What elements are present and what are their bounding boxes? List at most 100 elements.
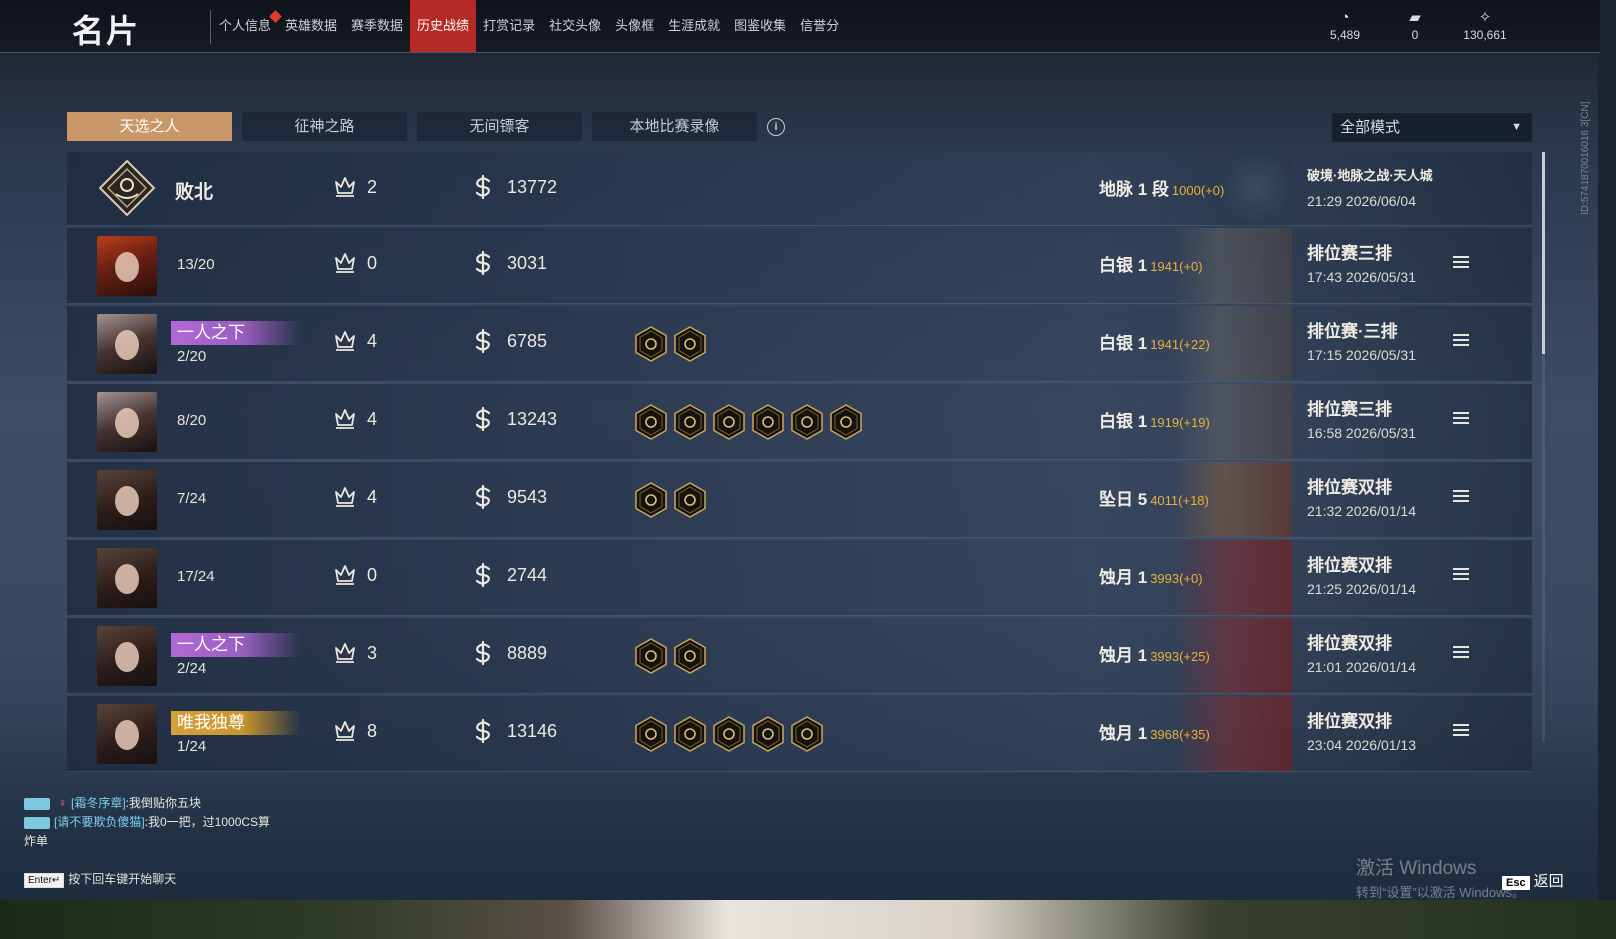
achievement-badge-icon[interactable] (635, 326, 667, 362)
hero-avatar[interactable] (97, 548, 157, 608)
gold-icon (472, 640, 494, 672)
achievement-badges (635, 404, 869, 440)
page-title: 名片 (72, 13, 141, 49)
chat-channel-icon (24, 797, 50, 810)
achievement-badge-icon[interactable] (635, 716, 667, 752)
chevron-down-icon: ▼ (1511, 121, 1522, 133)
subtab-0[interactable]: 天选之人 (67, 112, 232, 141)
menu-line (1453, 573, 1469, 575)
match-row[interactable]: 17/24 0 2744 蚀月 1 3993(+0) 排位赛双排 21:25 2026/01… (67, 540, 1532, 616)
nav-tab-2[interactable]: 赛季数据 (344, 0, 410, 52)
details-menu-icon[interactable] (1453, 646, 1469, 660)
nav-tab-label: 社交头像 (549, 18, 602, 33)
match-time: 23:04 2026/01/13 (1307, 737, 1416, 753)
achievement-badge-icon[interactable] (791, 404, 823, 440)
scrollbar-thumb[interactable] (1542, 152, 1545, 354)
details-menu-icon[interactable] (1453, 256, 1469, 270)
achievement-badge-icon[interactable] (635, 404, 667, 440)
hero-avatar[interactable] (97, 626, 157, 686)
nav-tab-1[interactable]: 英雄数据 (278, 0, 344, 52)
match-row[interactable]: 一人之下 2/20 4 6785 白银 1 1941(+22) 排位赛·三排 17:15 20… (67, 306, 1532, 382)
hero-avatar[interactable] (97, 236, 157, 296)
match-summary-row[interactable]: 败北 2 13772 地脉 1 段 1000(+0) 破境·地脉之战·天人城 21:29 2… (67, 152, 1532, 227)
gold-value: 13146 (507, 721, 558, 741)
details-menu-icon[interactable] (1453, 412, 1469, 426)
match-row[interactable]: 13/20 0 3031 白银 1 1941(+0) 排位赛三排 17:43 2026/05… (67, 228, 1532, 304)
chat-sender[interactable]: [霜冬序章] (71, 796, 126, 810)
nav-tab-7[interactable]: 生涯成就 (661, 0, 727, 52)
mode-filter-select[interactable]: 全部模式 ▼ (1332, 113, 1532, 142)
achievement-badge-icon[interactable] (752, 404, 784, 440)
chat-line: ♀ [霜冬序章]:我倒贴你五块 (24, 794, 324, 813)
gold-value: 6785 (507, 331, 548, 351)
details-menu-icon[interactable] (1453, 568, 1469, 582)
watermark-subtitle: 转到“设置”以激活 Windows。 (1356, 885, 1526, 900)
menu-line (1453, 646, 1469, 648)
kills-icon (332, 484, 358, 516)
match-time: 17:43 2026/05/31 (1307, 269, 1416, 285)
details-menu-icon[interactable] (1453, 490, 1469, 504)
achievement-badge-icon[interactable] (635, 638, 667, 674)
achievement-badge-icon[interactable] (830, 404, 862, 440)
nav-tab-8[interactable]: 图鉴收集 (727, 0, 793, 52)
hero-avatar[interactable] (97, 470, 157, 530)
subtab-2[interactable]: 无间镖客 (417, 112, 582, 141)
back-button[interactable]: Esc 返回 (1502, 870, 1564, 891)
defeat-emblem-icon (97, 158, 157, 218)
achievement-badge-icon[interactable] (674, 638, 706, 674)
chat-channel-icon (24, 816, 50, 829)
achievement-badges (635, 638, 713, 674)
achievement-badge-icon[interactable] (791, 716, 823, 752)
match-row[interactable]: 7/24 4 9543 坠日 5 4011(+18) 排位赛双排 21:32 2026/01… (67, 462, 1532, 538)
coin-stack-icon: ◔ (1340, 9, 1350, 26)
achievement-badge-icon[interactable] (674, 326, 706, 362)
hero-avatar[interactable] (97, 704, 157, 764)
menu-line (1453, 724, 1469, 726)
chat-hint-text: 按下回车键开始聊天 (68, 872, 177, 886)
hero-avatar[interactable] (97, 314, 157, 374)
menu-line (1453, 266, 1469, 268)
achievement-badge-icon[interactable] (674, 482, 706, 518)
match-row[interactable]: 8/20 4 13243 白银 1 1919(+19) 排位赛三排 16:58 2026/0… (67, 384, 1532, 460)
achievement-badge-icon[interactable] (713, 716, 745, 752)
kills-icon (332, 174, 358, 206)
nav-tab-0[interactable]: 个人信息 (212, 0, 282, 52)
match-mode: 破境·地脉之战·天人城 (1307, 168, 1433, 183)
match-row[interactable]: 唯我独尊 1/24 8 13146 蚀月 1 3968(+35) 排位赛双排 23:04 20… (67, 696, 1532, 772)
achievement-badge-icon[interactable] (713, 404, 745, 440)
achievement-badge-icon[interactable] (674, 404, 706, 440)
chat-hint[interactable]: Enter↵ 按下回车键开始聊天 (24, 870, 176, 888)
hero-face (115, 720, 139, 750)
menu-line (1453, 568, 1469, 570)
achievement-badge-icon[interactable] (752, 716, 784, 752)
details-menu-icon[interactable] (1453, 724, 1469, 738)
kills-value: 0 (367, 253, 378, 273)
details-menu-icon[interactable] (1453, 334, 1469, 348)
placement: 2/20 (177, 348, 207, 365)
menu-line (1453, 422, 1469, 424)
match-time: 21:25 2026/01/14 (1307, 581, 1416, 597)
player-id: ID:5741870016016 3[CN] (1580, 101, 1591, 215)
nav-tab-label: 头像框 (615, 18, 655, 33)
achievement-badge-icon[interactable] (674, 716, 706, 752)
achievement-badge-icon[interactable] (635, 482, 667, 518)
info-icon[interactable]: i (767, 118, 785, 136)
nav-tab-3[interactable]: 历史战绩 (410, 0, 477, 52)
match-row[interactable]: 一人之下 2/24 3 8889 蚀月 1 3993(+25) 排位赛双排 21:01 202… (67, 618, 1532, 694)
rank-label: 白银 1 1941(+22) (1099, 329, 1210, 354)
nav-tab-6[interactable]: 头像框 (608, 0, 661, 52)
nav-tab-4[interactable]: 打赏记录 (476, 0, 542, 52)
currency-value: 130,661 (1463, 28, 1507, 42)
menu-line (1453, 500, 1469, 502)
currency-1: ▰ 0 (1380, 8, 1450, 42)
nav-tab-9[interactable]: 信誉分 (793, 0, 846, 52)
menu-line (1453, 417, 1469, 419)
chat-sender[interactable]: [请不要欺负傻猫] (54, 815, 145, 829)
menu-line (1453, 344, 1469, 346)
hero-avatar[interactable] (97, 392, 157, 452)
nav-tab-5[interactable]: 社交头像 (542, 0, 608, 52)
menu-line (1453, 651, 1469, 653)
subtab-3[interactable]: 本地比赛录像 (592, 112, 757, 141)
subtab-1[interactable]: 征神之路 (242, 112, 407, 141)
gold-value: 13243 (507, 409, 558, 429)
